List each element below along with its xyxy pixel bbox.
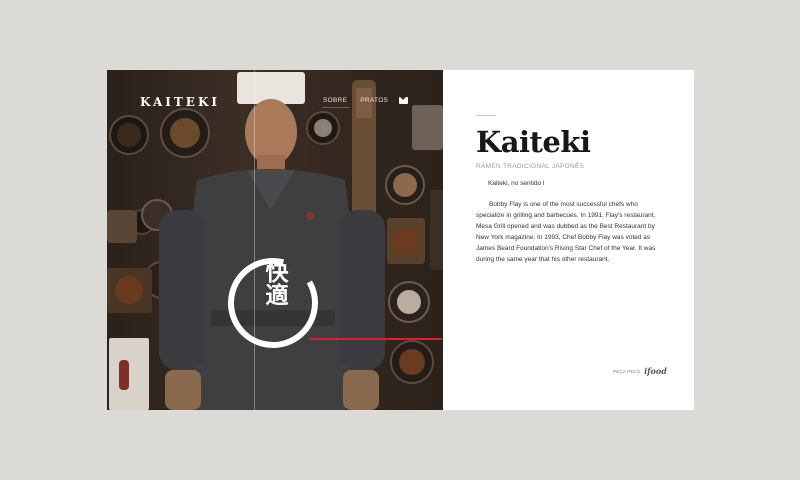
page-title: Kaiteki <box>476 125 591 159</box>
body-paragraph: Bobby Flay is one of the most successful… <box>476 201 656 263</box>
hero-panel: KAITEKI SOBRE PRATOS 快適 <box>107 70 443 410</box>
nav-item-pratos[interactable]: PRATOS <box>360 97 388 108</box>
lead-text: Kaiteki, no sentido l <box>488 180 545 187</box>
title-rule <box>476 115 496 116</box>
content-panel: Kaiteki RÁMEN TRADICIONAL JAPONÊS Kaitek… <box>476 70 686 410</box>
seal-kanji: 快適 <box>261 260 287 306</box>
order-via-ifood[interactable]: PEÇA PELO ifood <box>613 366 667 376</box>
nav-item-sobre[interactable]: SOBRE <box>321 97 351 108</box>
page-subtitle: RÁMEN TRADICIONAL JAPONÊS <box>476 163 585 170</box>
brand-logo[interactable]: KAITEKI <box>140 95 220 109</box>
order-label: PEÇA PELO <box>613 368 641 374</box>
mail-icon[interactable] <box>399 97 408 104</box>
ifood-logo[interactable]: ifood <box>644 366 667 376</box>
progress-accent-bar <box>309 338 442 340</box>
hero-illustration <box>107 72 443 410</box>
main-card: KAITEKI SOBRE PRATOS 快適 Kaiteki RÁMEN TR… <box>107 70 694 410</box>
hero-divider-line <box>254 70 255 410</box>
top-nav: SOBRE PRATOS <box>321 97 388 108</box>
